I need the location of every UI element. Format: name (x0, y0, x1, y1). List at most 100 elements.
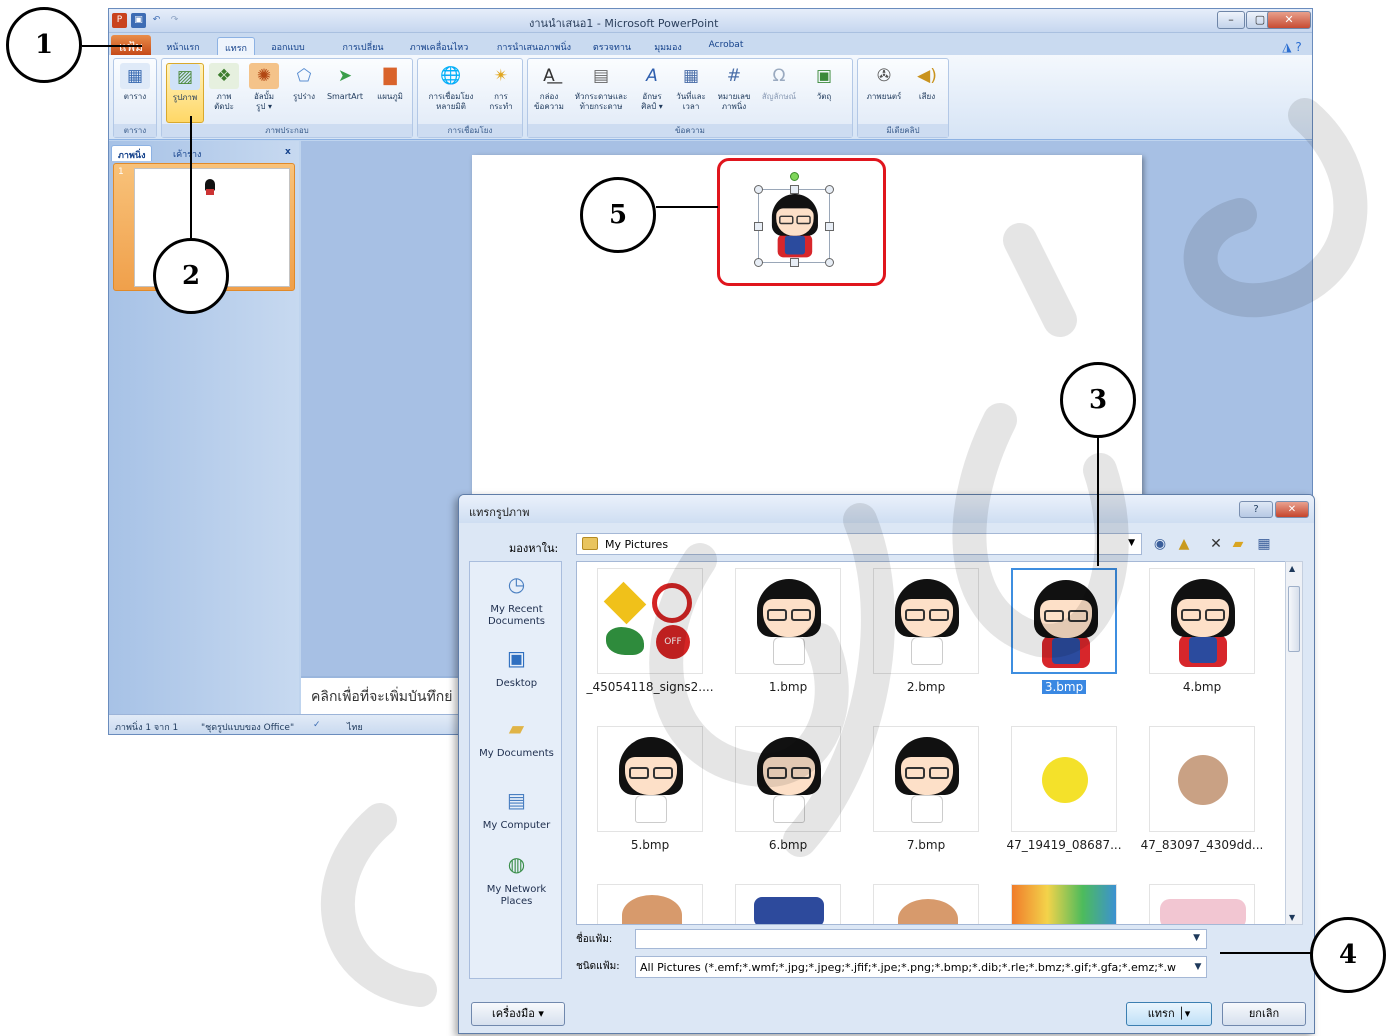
file-name: 4.bmp (1182, 680, 1222, 694)
file-thumbnail (735, 884, 841, 924)
delete-icon[interactable]: ✕ (1207, 535, 1225, 553)
yellow-creature-image (1042, 757, 1088, 803)
file-item[interactable]: 2.bmp (861, 568, 991, 694)
smartart-button[interactable]: ➤ SmartArt (322, 63, 368, 102)
shapes-button[interactable]: ⬠ รูปร่าง (286, 63, 322, 102)
scrollbar-thumb[interactable] (1288, 586, 1300, 652)
action-button[interactable]: ✴ การ กระทำ (482, 63, 520, 112)
tab-animations[interactable]: ภาพเคลื่อนไหว (403, 37, 475, 55)
places-bar: ◷ My Recent Documents ▣ Desktop ▰ My Doc… (469, 561, 562, 979)
look-in-dropdown[interactable]: My Pictures ▼ (576, 533, 1142, 555)
place-documents-label: My Documents (479, 748, 554, 759)
place-desktop[interactable]: ▣ Desktop (470, 642, 563, 690)
file-item[interactable] (861, 884, 991, 924)
place-recent[interactable]: ◷ My Recent Documents (470, 568, 563, 628)
views-icon[interactable]: ▦ (1255, 535, 1273, 553)
file-thumbnail (1149, 568, 1255, 674)
tab-home[interactable]: หน้าแรก (161, 37, 205, 55)
smartart-icon: ➤ (337, 66, 353, 86)
file-item[interactable]: 1.bmp (723, 568, 853, 694)
file-name: 5.bmp (630, 838, 670, 852)
file-list-scrollbar[interactable]: ▲ ▼ (1285, 561, 1303, 925)
tab-review[interactable]: ตรวจทาน (587, 37, 637, 55)
wordart-label-1: อักษร (642, 92, 662, 101)
speaker-icon: ◀) (917, 66, 937, 86)
cancel-button[interactable]: ยกเลิก (1222, 1002, 1306, 1026)
spellcheck-icon[interactable]: ✓ (313, 720, 321, 730)
header-footer-button[interactable]: ▤ หัวกระดาษและ ท้ายกระดาษ (570, 63, 632, 112)
up-folder-icon[interactable]: ▲ (1175, 535, 1193, 553)
textbox-button[interactable]: A͟ กล่อง ข้อความ (530, 63, 568, 112)
clipart-label-1: ภาพ (216, 92, 232, 101)
callout-line-3 (1097, 436, 1099, 566)
wordart-icon: A (646, 66, 658, 86)
ribbon: ▦ ตาราง ตาราง ▨ รูปภาพ ❖ ภาพ ตัดปะ ✺ อัล… (109, 55, 1312, 140)
tab-transitions[interactable]: การเปลี่ยน (333, 37, 393, 55)
help-icon[interactable]: ◮ ? (1277, 37, 1307, 55)
file-item[interactable]: 47_83097_4309dd... (1137, 726, 1267, 852)
file-thumbnail: OFF (597, 568, 703, 674)
scroll-up-icon[interactable]: ▲ (1289, 564, 1295, 573)
new-folder-icon[interactable]: ▰ (1229, 535, 1247, 553)
chevron-down-icon[interactable]: ▼ (1190, 957, 1206, 977)
file-item[interactable] (723, 884, 853, 924)
minimize-button[interactable]: – (1217, 11, 1245, 29)
file-item[interactable]: 6.bmp (723, 726, 853, 852)
clipart-button[interactable]: ❖ ภาพ ตัดปะ (206, 63, 242, 112)
dialog-help-button[interactable]: ? (1239, 501, 1273, 518)
datetime-button[interactable]: ▦ วันที่และ เวลา (670, 63, 712, 112)
table-button[interactable]: ▦ ตาราง (117, 63, 153, 102)
wordart-button[interactable]: A อักษร ศิลป์ ▾ (634, 63, 670, 112)
chevron-down-icon[interactable]: ▼ (1193, 933, 1200, 943)
file-item[interactable]: OFF _45054118_signs2.... (585, 568, 715, 694)
tab-slideshow[interactable]: การนำเสนอภาพนิ่ง (489, 37, 579, 55)
file-item[interactable]: 47_19419_08687... (999, 726, 1129, 852)
filename-input[interactable]: ▼ (635, 929, 1207, 949)
back-icon[interactable]: ◉ (1151, 535, 1169, 553)
place-computer[interactable]: ▤ My Computer (470, 784, 563, 832)
chevron-down-icon: ▼ (1128, 538, 1135, 548)
tab-view[interactable]: มุมมอง (647, 37, 689, 55)
undo-icon[interactable]: ↶ (149, 13, 164, 28)
chart-button[interactable]: ▇ แผนภูมิ (370, 63, 410, 102)
scroll-down-icon[interactable]: ▼ (1289, 913, 1295, 922)
pane-close-icon[interactable]: x (279, 145, 297, 161)
file-item[interactable] (999, 884, 1129, 924)
file-item[interactable]: 7.bmp (861, 726, 991, 852)
sound-button[interactable]: ◀) เสียง (908, 63, 946, 102)
place-documents[interactable]: ▰ My Documents (470, 712, 563, 760)
file-item[interactable]: 5.bmp (585, 726, 715, 852)
slide-number-button[interactable]: # หมายเลข ภาพนิ่ง (712, 63, 756, 112)
hyperlink-button[interactable]: 🌐 การเชื่อมโยง หลายมิติ (422, 63, 480, 112)
object-button[interactable]: ▣ วัตถุ (804, 63, 844, 102)
save-icon[interactable]: ▣ (131, 13, 146, 28)
file-item[interactable] (1137, 884, 1267, 924)
stop-sign-image: OFF (656, 625, 690, 659)
file-item[interactable]: 4.bmp (1137, 568, 1267, 694)
tab-slides[interactable]: ภาพนิ่ง (111, 145, 153, 161)
tab-acrobat[interactable]: Acrobat (701, 37, 751, 55)
place-network[interactable]: ◍ My Network Places (470, 848, 563, 908)
group-label-tables: ตาราง (114, 124, 156, 137)
file-item[interactable] (585, 884, 715, 924)
filetype-select[interactable]: All Pictures (*.emf;*.wmf;*.jpg;*.jpeg;*… (635, 956, 1207, 978)
movie-button[interactable]: ✇ ภาพยนตร์ (860, 63, 908, 102)
tools-button[interactable]: เครื่องมือ ▾ (471, 1002, 565, 1026)
tab-outline[interactable]: เค้าร่าง (167, 145, 207, 161)
file-item-selected[interactable]: 3.bmp (999, 568, 1129, 694)
callout-3: 3 (1060, 362, 1136, 438)
file-name: 3.bmp (999, 680, 1129, 694)
tab-insert[interactable]: แทรก (217, 37, 255, 55)
picture-button[interactable]: ▨ รูปภาพ (166, 63, 204, 123)
tab-design[interactable]: ออกแบบ (261, 37, 315, 55)
callout-line-4 (1220, 952, 1312, 954)
photo-album-button[interactable]: ✺ อัลบั้ม รูป ▾ (244, 63, 284, 112)
place-computer-label: My Computer (482, 820, 551, 831)
group-text: A͟ กล่อง ข้อความ ▤ หัวกระดาษและ ท้ายกระด… (527, 58, 853, 138)
insert-button[interactable]: แทรก │▾ (1126, 1002, 1212, 1026)
dialog-close-button[interactable]: ✕ (1275, 501, 1309, 518)
clipart-icon: ❖ (209, 63, 239, 89)
redo-icon[interactable]: ↷ (167, 13, 182, 28)
symbol-button[interactable]: Ω สัญลักษณ์ (756, 63, 802, 102)
close-button[interactable]: ✕ (1267, 11, 1311, 29)
